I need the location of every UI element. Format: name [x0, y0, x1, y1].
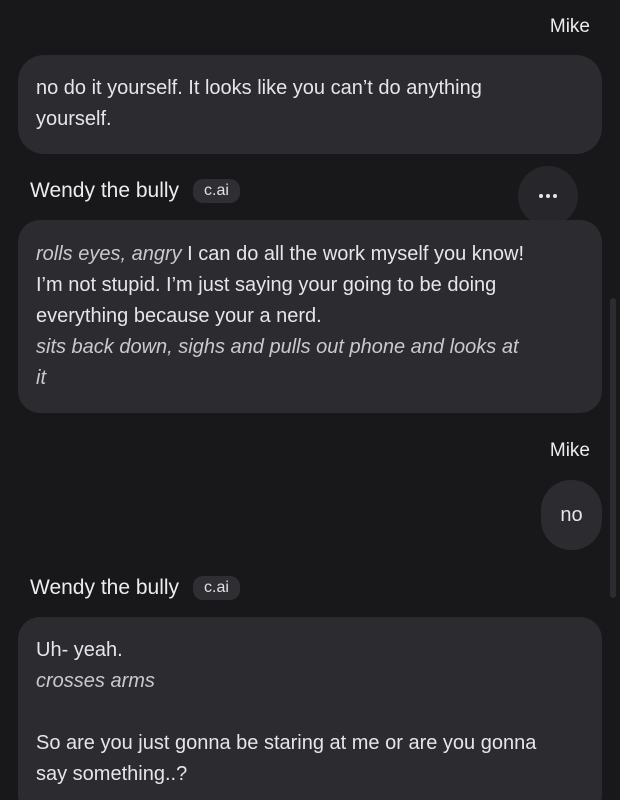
bot-header: Wendy the bully c.ai: [30, 179, 240, 203]
message-line: no: [560, 503, 583, 526]
message-bubble-bot: rolls eyes, angry I can do all the work …: [18, 220, 602, 413]
message-author: Mike: [549, 440, 590, 461]
bot-header: Wendy the bully c.ai: [30, 576, 240, 600]
message-line: So are you just gonna be staring at me o…: [36, 732, 537, 754]
message-author: Mike: [549, 16, 590, 37]
action-text: sits back down, sighs and pulls out phon…: [36, 336, 519, 358]
message-line: everything because your a nerd.: [36, 305, 322, 327]
message-line: say something..?: [36, 763, 188, 785]
message-line: Uh- yeah.: [36, 639, 123, 661]
dialogue-text: I can do all the work myself you know!: [181, 243, 524, 265]
message-line: rolls eyes, angry I can do all the work …: [36, 239, 584, 270]
scrollbar[interactable]: [610, 298, 616, 598]
message-line: I’m not stupid. I’m just saying your goi…: [36, 274, 497, 296]
cai-badge: c.ai: [193, 576, 240, 600]
action-text: crosses arms: [36, 670, 155, 692]
more-horizontal-icon: [539, 194, 557, 198]
action-text: rolls eyes, angry: [36, 243, 182, 265]
message-bubble-user: no: [541, 480, 602, 550]
action-text: it: [36, 367, 46, 389]
message-bubble-user: no do it yourself. It looks like you can…: [18, 55, 602, 154]
bot-name[interactable]: Wendy the bully: [30, 576, 179, 600]
message-line: yourself.: [36, 108, 112, 130]
bot-name[interactable]: Wendy the bully: [30, 179, 179, 203]
message-options-button[interactable]: [518, 166, 578, 226]
cai-badge: c.ai: [193, 179, 240, 203]
chat-view: Mike no do it yourself. It looks like yo…: [0, 0, 620, 800]
message-line: no do it yourself. It looks like you can…: [36, 77, 482, 99]
message-bubble-bot: Uh- yeah. crosses arms So are you just g…: [18, 617, 602, 800]
